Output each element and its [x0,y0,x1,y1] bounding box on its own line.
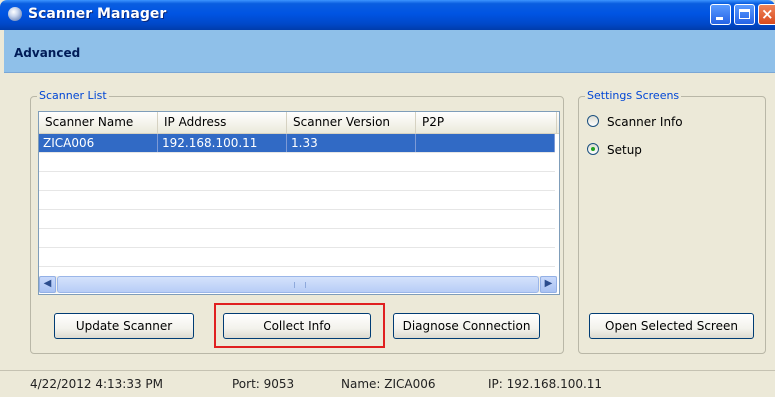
open-selected-screen-button[interactable]: Open Selected Screen [589,313,754,339]
grip-icon [294,282,306,288]
close-icon: × [761,5,774,23]
empty-row [39,210,555,229]
cell-scanner-name: ZICA006 [39,134,158,152]
radio-label: Setup [607,143,642,157]
close-button[interactable]: × [758,4,775,25]
maximize-icon [739,9,750,19]
column-header-scanner-name[interactable]: Scanner Name [39,112,158,133]
empty-row [39,248,555,267]
scanner-list-view[interactable]: Scanner Name IP Address Scanner Version … [38,111,560,295]
table-row[interactable]: ZICA006 192.168.100.11 1.33 [39,134,555,153]
cell-scanner-version: 1.33 [287,134,416,152]
diagnose-connection-button[interactable]: Diagnose Connection [393,313,540,339]
settings-screens-title: Settings Screens [585,89,682,103]
chevron-left-icon: ◀ [43,278,52,289]
maximize-button[interactable] [734,4,755,25]
empty-row [39,172,555,191]
chevron-right-icon: ▶ [544,278,553,289]
advanced-label: Advanced [14,46,81,60]
cell-ip-address: 192.168.100.11 [158,134,287,152]
scroll-left-button[interactable]: ◀ [39,276,56,293]
status-datetime: 4/22/2012 4:13:33 PM [30,377,164,391]
radio-label: Scanner Info [607,115,683,129]
minimize-button[interactable] [710,4,731,25]
list-header: Scanner Name IP Address Scanner Version … [39,112,559,134]
empty-row [39,191,555,210]
radio-selected-dot [591,147,595,151]
radio-button[interactable] [587,143,599,155]
scanner-manager-window: Scanner Manager × Advanced Scanner List … [0,0,775,397]
title-bar[interactable]: Scanner Manager × [0,0,775,30]
empty-row [39,229,555,248]
column-header-scanner-version[interactable]: Scanner Version [287,112,416,133]
column-header-p2p[interactable]: P2P [416,112,557,133]
horizontal-scrollbar[interactable]: ◀ ▶ [39,276,557,293]
collect-info-button[interactable]: Collect Info [223,313,371,339]
status-ip: IP: 192.168.100.11 [488,377,603,391]
status-name: Name: ZICA006 [341,377,436,391]
scroll-right-button[interactable]: ▶ [540,276,557,293]
update-scanner-button[interactable]: Update Scanner [54,313,194,339]
status-port: Port: 9053 [232,377,295,391]
scrollbar-thumb[interactable] [57,276,539,293]
scanner-list-title: Scanner List [37,89,109,103]
empty-row [39,153,555,172]
app-icon [8,7,22,21]
column-header-ip-address[interactable]: IP Address [158,112,287,133]
window-title: Scanner Manager [28,6,167,22]
minimize-icon [716,17,723,20]
status-bar: 4/22/2012 4:13:33 PM Port: 9053 Name: ZI… [0,370,775,397]
radio-button[interactable] [587,115,599,127]
cell-p2p [416,134,555,152]
advanced-header: Advanced [4,30,775,73]
